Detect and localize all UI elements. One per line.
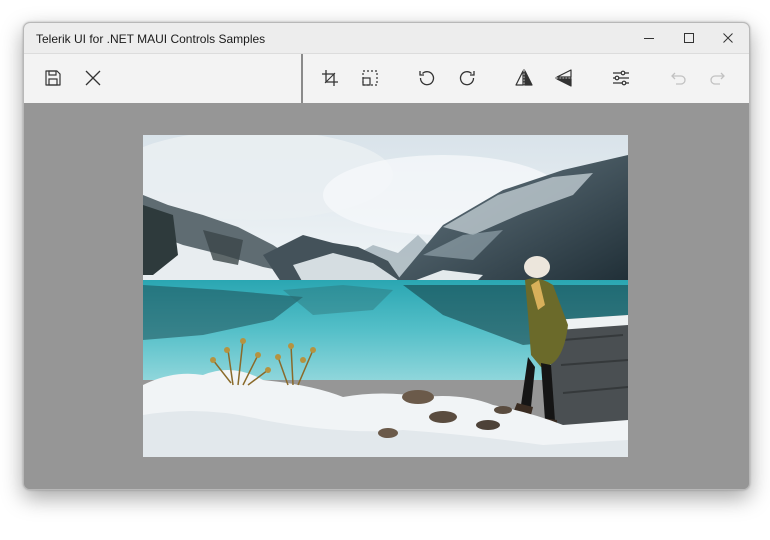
close-icon bbox=[85, 70, 101, 86]
flip-vertical-button[interactable] bbox=[550, 64, 578, 92]
minimize-button[interactable] bbox=[629, 23, 669, 53]
close-window-button[interactable] bbox=[708, 23, 748, 53]
redo-button[interactable] bbox=[704, 64, 732, 92]
flip-vertical-icon bbox=[555, 69, 573, 87]
edited-image bbox=[143, 135, 628, 457]
app-window: Telerik UI for .NET MAUI Controls Sample… bbox=[23, 22, 750, 490]
rotate-right-button[interactable] bbox=[453, 64, 481, 92]
save-icon bbox=[45, 70, 61, 86]
image-editor-toolbar bbox=[24, 53, 749, 104]
rotate-left-button[interactable] bbox=[413, 64, 441, 92]
redo-icon bbox=[710, 72, 725, 85]
resize-button[interactable] bbox=[356, 64, 384, 92]
flip-horizontal-button[interactable] bbox=[510, 64, 538, 92]
toolbar-separator bbox=[301, 54, 303, 103]
close-icon bbox=[723, 33, 733, 43]
undo-icon bbox=[671, 72, 686, 85]
crop-icon bbox=[322, 70, 338, 86]
landscape-photo bbox=[143, 135, 628, 457]
maximize-icon bbox=[684, 33, 694, 43]
undo-button[interactable] bbox=[664, 64, 692, 92]
maximize-button[interactable] bbox=[669, 23, 709, 53]
save-button[interactable] bbox=[39, 64, 67, 92]
sliders-icon bbox=[613, 70, 629, 86]
resize-icon bbox=[362, 70, 378, 86]
minimize-icon bbox=[644, 38, 654, 39]
close-image-button[interactable] bbox=[79, 64, 107, 92]
adjust-button[interactable] bbox=[607, 64, 635, 92]
rotate-right-icon bbox=[459, 71, 475, 86]
image-canvas[interactable] bbox=[24, 103, 749, 489]
crop-button[interactable] bbox=[316, 64, 344, 92]
title-bar: Telerik UI for .NET MAUI Controls Sample… bbox=[24, 23, 749, 53]
rotate-left-icon bbox=[419, 71, 435, 86]
window-title: Telerik UI for .NET MAUI Controls Sample… bbox=[36, 32, 266, 46]
flip-horizontal-icon bbox=[515, 69, 533, 87]
